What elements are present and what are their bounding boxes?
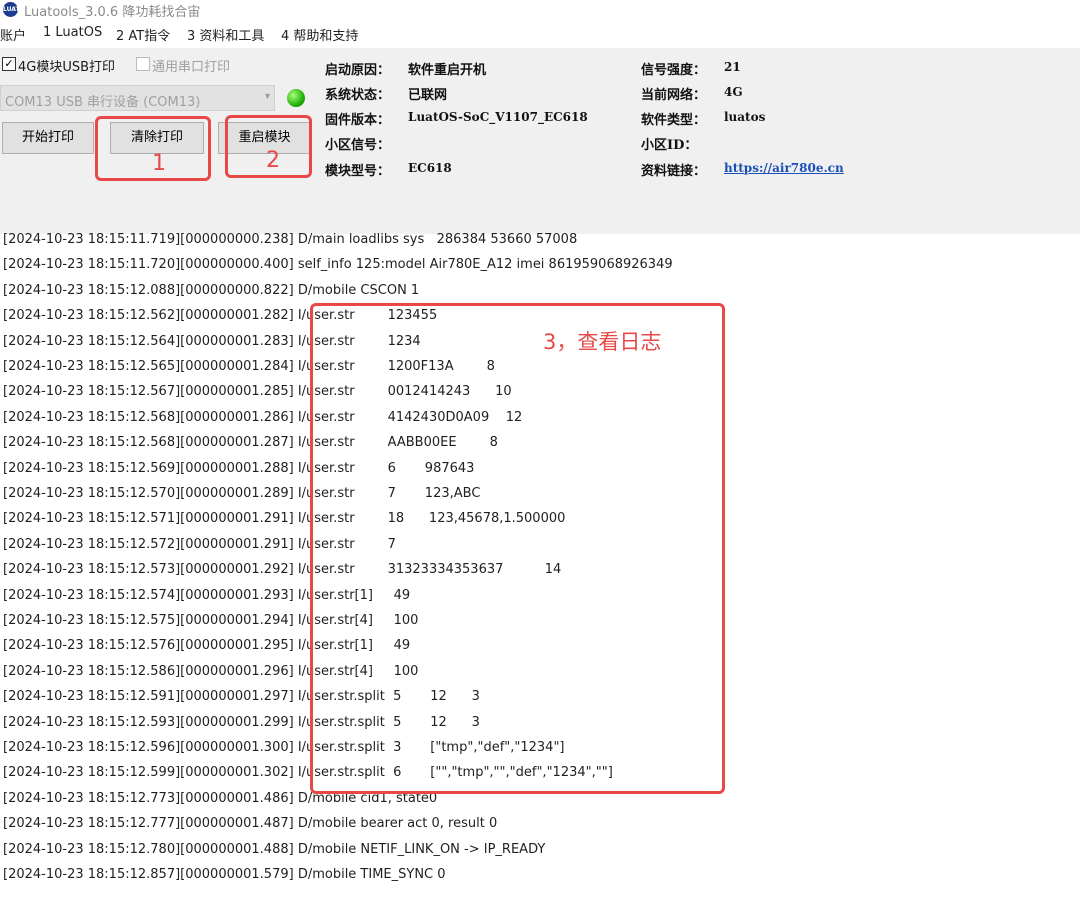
checkbox-checked-icon: ✓ — [2, 57, 16, 71]
title-bar: LUAT Luatools_3.0.6 降功耗找合宙 — [0, 0, 1080, 20]
resource-link[interactable]: https://air780e.cn — [724, 161, 844, 175]
annotation-label-2: 2 — [266, 148, 280, 173]
checkbox-empty-icon — [136, 57, 150, 71]
resource-link-label: 资料链接： — [641, 164, 707, 179]
start-print-button[interactable]: 开始打印 — [2, 122, 94, 154]
log-line: [2024-10-23 18:15:11.720][000000000.400]… — [3, 257, 673, 273]
annotation-label-1: 1 — [152, 151, 166, 176]
menu-resources-tools[interactable]: 3 资料和工具 — [187, 25, 264, 44]
module-model-value: EC618 — [408, 161, 452, 175]
log-line: [2024-10-23 18:15:12.777][000000001.487]… — [3, 816, 498, 832]
log-line: [2024-10-23 18:15:11.719][000000000.238]… — [3, 232, 578, 247]
module-model-label: 模块型号： — [325, 164, 391, 179]
cell-signal-label: 小区信号： — [325, 138, 391, 153]
software-type-label: 软件类型： — [641, 113, 707, 128]
signal-strength-label: 信号强度： — [641, 63, 707, 78]
boot-reason-label: 启动原因： — [325, 63, 391, 78]
annotation-box-log — [310, 303, 725, 794]
serial-print-label: 通用串口打印 — [152, 60, 231, 75]
menu-at-commands[interactable]: 2 AT指令 — [116, 25, 170, 44]
system-status-value: 已联网 — [408, 88, 448, 103]
window-title: Luatools_3.0.6 降功耗找合宙 — [24, 5, 201, 20]
firmware-label: 固件版本： — [325, 113, 391, 128]
signal-strength-value: 21 — [724, 60, 741, 74]
boot-reason-value: 软件重启开机 — [408, 63, 487, 78]
menu-account[interactable]: 账户 — [0, 25, 26, 44]
log-line: [2024-10-23 18:15:12.780][000000001.488]… — [3, 841, 546, 857]
menu-help-support[interactable]: 4 帮助和支持 — [281, 25, 358, 44]
annotation-label-3: 3，查看日志 — [543, 330, 662, 354]
firmware-value: LuatOS-SoC_V1107_EC618 — [408, 110, 588, 124]
port-select-value: COM13 USB 串行设备 (COM13) — [5, 95, 201, 110]
app-logo-icon: LUAT — [3, 2, 20, 17]
chevron-down-icon: ▾ — [264, 91, 270, 102]
system-status-label: 系统状态： — [325, 88, 391, 103]
network-value: 4G — [724, 85, 743, 99]
log-line: [2024-10-23 18:15:12.857][000000001.579]… — [3, 867, 446, 882]
usb-print-label: 4G模块USB打印 — [18, 60, 116, 75]
connection-status-led-icon — [287, 89, 305, 107]
menu-luatos[interactable]: 1 LuatOS — [43, 25, 102, 40]
cell-id-label: 小区ID： — [641, 138, 698, 153]
log-line: [2024-10-23 18:15:12.088][000000000.822]… — [3, 282, 420, 298]
port-select[interactable]: COM13 USB 串行设备 (COM13) ▾ — [0, 85, 275, 111]
network-label: 当前网络： — [641, 88, 707, 103]
software-type-value: luatos — [724, 110, 766, 124]
